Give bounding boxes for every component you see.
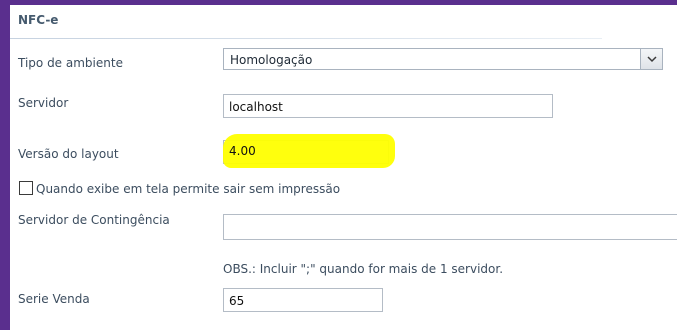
permite-sair-label[interactable]: Quando exibe em tela permite sair sem im…	[36, 182, 340, 196]
servidor-value: localhost	[229, 100, 283, 114]
nfce-settings-panel: NFC-e Tipo de ambiente Homologação Servi…	[10, 5, 677, 330]
serie-venda-label: Serie Venda	[18, 292, 90, 306]
ambiente-selected-value: Homologação	[230, 53, 313, 67]
serie-venda-value: 65	[229, 294, 245, 308]
versao-value: 4.00	[229, 144, 256, 158]
contingencia-input[interactable]	[223, 214, 677, 240]
ambiente-label: Tipo de ambiente	[18, 56, 123, 70]
permite-sair-checkbox[interactable]	[19, 181, 33, 195]
ambiente-select[interactable]: Homologação	[223, 48, 663, 70]
versao-label: Versão do layout	[18, 147, 119, 161]
contingencia-note: OBS.: Incluir ";" quando for mais de 1 s…	[223, 262, 504, 276]
ambiente-dropdown-button[interactable]	[640, 49, 662, 69]
window-frame-left	[0, 0, 10, 330]
section-title: NFC-e	[18, 13, 59, 27]
serie-venda-input[interactable]: 65	[223, 288, 383, 312]
contingencia-label: Servidor de Contingência	[18, 213, 170, 227]
section-divider	[10, 38, 602, 39]
chevron-down-icon	[646, 55, 657, 62]
servidor-label: Servidor	[18, 96, 69, 110]
servidor-input[interactable]: localhost	[223, 94, 553, 118]
